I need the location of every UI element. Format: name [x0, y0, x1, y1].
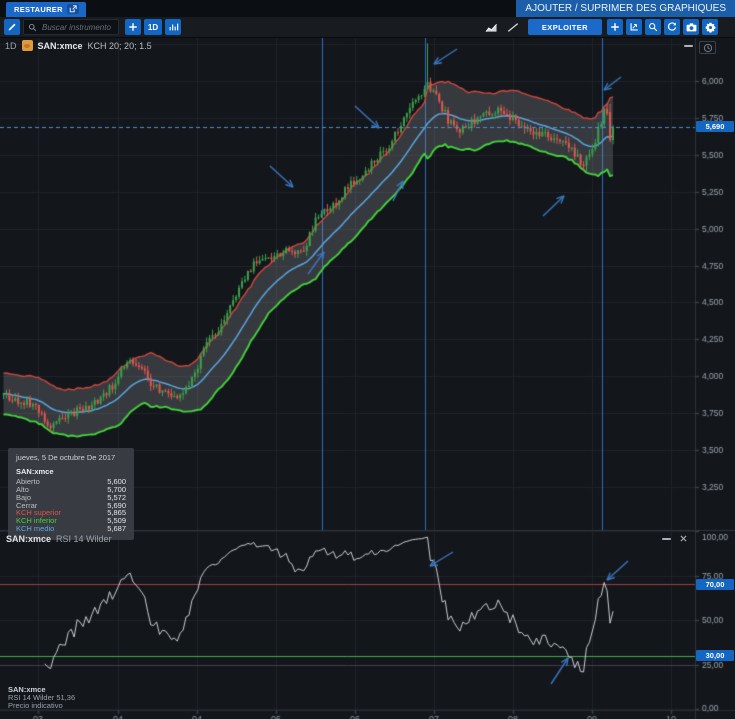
- time-axis-clock[interactable]: [699, 41, 716, 54]
- exploit-button[interactable]: EXPLOITER: [527, 19, 602, 35]
- refresh-icon: [667, 22, 677, 31]
- plus-icon: [129, 23, 137, 31]
- chart-region: 1D SAN:xmce KCH 20; 20; 1.5 jueves, 5 De…: [0, 38, 735, 719]
- chart-canvas[interactable]: [0, 38, 735, 719]
- trading-app-window: RESTAURER AJOUTER / SUPRIMER DES GRAPHIQ…: [0, 0, 735, 719]
- restore-tab[interactable]: RESTAURER: [6, 2, 86, 17]
- area-chart-icon: [486, 23, 498, 32]
- restore-label: RESTAURER: [14, 4, 63, 14]
- pencil-icon: [8, 23, 16, 31]
- trendline-icon: [507, 22, 519, 32]
- add-remove-graphs-button[interactable]: AJOUTER / SUPRIMER DES GRAPHIQUES: [516, 0, 735, 17]
- minimize-icon: [684, 45, 693, 47]
- draw-pencil-button[interactable]: [4, 19, 20, 35]
- plus-icon: [611, 23, 619, 31]
- clock-icon: [703, 43, 712, 52]
- instrument-search[interactable]: [23, 19, 119, 35]
- scale-button[interactable]: [626, 19, 642, 35]
- close-icon: [680, 535, 687, 542]
- search-icon: [28, 23, 37, 31]
- add-instrument-button[interactable]: [125, 19, 141, 35]
- search-input[interactable]: [40, 21, 114, 33]
- bar-chart-icon: [169, 23, 178, 31]
- external-link-icon[interactable]: [66, 4, 79, 14]
- main-chart-minimize-button[interactable]: [684, 45, 693, 47]
- trendline-tool[interactable]: [504, 19, 522, 35]
- timeframe-button[interactable]: 1D: [144, 19, 162, 35]
- rsi-close-button[interactable]: [680, 535, 687, 542]
- minimize-icon: [662, 537, 671, 540]
- settings-button[interactable]: [702, 19, 718, 35]
- toolbar: 1D EXPLOITER: [0, 17, 735, 38]
- rsi-panel-controls: [662, 535, 687, 542]
- gear-icon: [705, 22, 715, 33]
- toolbar-right-group: EXPLOITER: [483, 19, 721, 35]
- snapshot-button[interactable]: [683, 19, 699, 35]
- camera-icon: [686, 22, 696, 31]
- add-chart-button[interactable]: [607, 19, 623, 35]
- zoom-button[interactable]: [645, 19, 661, 35]
- refresh-button[interactable]: [664, 19, 680, 35]
- titlebar: RESTAURER AJOUTER / SUPRIMER DES GRAPHIQ…: [0, 0, 735, 17]
- scale-axes-icon: [630, 23, 638, 31]
- chart-style-button[interactable]: [165, 19, 181, 35]
- rsi-minimize-button[interactable]: [662, 537, 671, 540]
- area-chart-tool[interactable]: [483, 19, 501, 35]
- magnifier-icon: [649, 23, 658, 32]
